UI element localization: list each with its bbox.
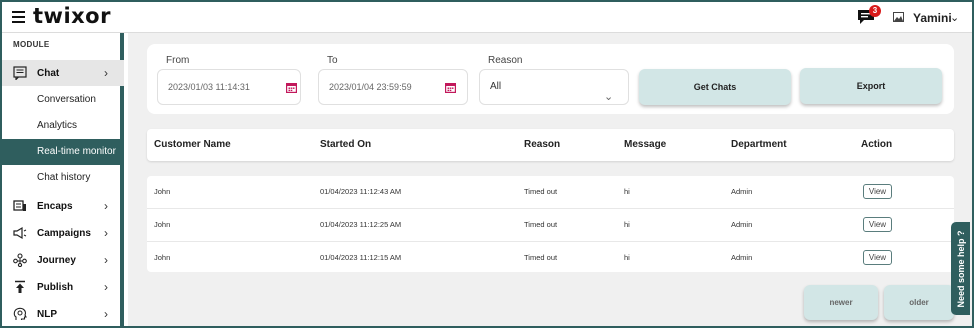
main-content: From 2023/01/03 11:14:31 To 2023/01/04 2… bbox=[128, 33, 972, 326]
sidebar-subitem-chat-history[interactable]: Chat history bbox=[2, 165, 124, 191]
cell-reason: Timed out bbox=[524, 187, 558, 196]
chevron-right-icon: › bbox=[104, 307, 108, 321]
from-date-field[interactable]: 2023/01/03 11:14:31 bbox=[157, 69, 301, 105]
calendar-icon[interactable] bbox=[445, 82, 456, 93]
sidebar-item-chat[interactable]: Chat › bbox=[2, 60, 124, 86]
column-header-message: Message bbox=[624, 139, 667, 150]
nlp-head-icon bbox=[13, 307, 27, 320]
sidebar: MODULE Chat › Conversation Analytics Rea… bbox=[2, 33, 124, 326]
sidebar-subitem-analytics[interactable]: Analytics bbox=[2, 113, 124, 139]
cell-message: hi bbox=[624, 220, 630, 229]
newer-button[interactable]: newer bbox=[804, 285, 878, 320]
help-tab[interactable]: Need some help ? bbox=[951, 222, 970, 315]
sidebar-subitem-label: Real-time monitor bbox=[37, 146, 116, 157]
table-row: John 01/04/2023 11:12:43 AM Timed out hi… bbox=[147, 176, 954, 209]
column-header-action: Action bbox=[861, 139, 893, 150]
from-date-value: 2023/01/03 11:14:31 bbox=[168, 82, 250, 92]
sidebar-item-label: Encaps bbox=[37, 200, 73, 212]
sidebar-subitem-label: Analytics bbox=[37, 120, 78, 131]
sidebar-item-label: Campaigns bbox=[37, 227, 91, 239]
table-header: Customer Name Started On Reason Message … bbox=[147, 129, 954, 161]
older-button[interactable]: older bbox=[884, 285, 954, 320]
cell-department: Admin bbox=[731, 187, 753, 196]
cell-department: Admin bbox=[731, 253, 753, 262]
sidebar-item-campaigns[interactable]: Campaigns › bbox=[2, 220, 124, 246]
cell-customer: John bbox=[154, 253, 171, 262]
sidebar-item-label: Publish bbox=[37, 281, 74, 293]
reason-label: Reason bbox=[488, 55, 523, 66]
get-chats-button[interactable]: Get Chats bbox=[639, 69, 791, 105]
chat-icon bbox=[13, 66, 27, 80]
column-header-customer-name: Customer Name bbox=[154, 139, 231, 150]
filter-panel: From 2023/01/03 11:14:31 To 2023/01/04 2… bbox=[147, 44, 954, 114]
cell-started-on: 01/04/2023 11:12:15 AM bbox=[320, 253, 402, 262]
chevron-right-icon: › bbox=[104, 66, 108, 80]
cell-department: Admin bbox=[731, 220, 753, 229]
view-button[interactable]: View bbox=[863, 250, 892, 265]
sidebar-subitem-conversation[interactable]: Conversation bbox=[2, 87, 124, 113]
table-body: John 01/04/2023 11:12:43 AM Timed out hi… bbox=[147, 176, 954, 272]
sidebar-item-journey[interactable]: Journey › bbox=[2, 247, 124, 273]
reason-select[interactable]: All ⌄ bbox=[479, 69, 629, 105]
sidebar-item-label: Journey bbox=[37, 254, 76, 266]
cell-customer: John bbox=[154, 187, 171, 196]
to-date-field[interactable]: 2023/01/04 23:59:59 bbox=[318, 69, 468, 105]
sidebar-item-nlp[interactable]: NLP › bbox=[2, 301, 124, 327]
publish-icon bbox=[15, 280, 25, 293]
view-button[interactable]: View bbox=[863, 217, 892, 232]
user-name[interactable]: Yamini bbox=[913, 11, 952, 25]
image-icon bbox=[893, 12, 904, 22]
chevron-right-icon: › bbox=[104, 253, 108, 267]
sidebar-item-label: Chat bbox=[37, 67, 60, 79]
chevron-right-icon: › bbox=[104, 280, 108, 294]
sidebar-item-label: NLP bbox=[37, 308, 57, 320]
to-date-value: 2023/01/04 23:59:59 bbox=[329, 82, 412, 92]
cell-customer: John bbox=[154, 220, 171, 229]
cell-message: hi bbox=[624, 187, 630, 196]
calendar-icon[interactable] bbox=[286, 82, 297, 93]
chevron-down-icon: ⌄ bbox=[604, 91, 614, 103]
sidebar-subitem-label: Chat history bbox=[37, 172, 91, 183]
column-header-department: Department bbox=[731, 139, 787, 150]
view-button[interactable]: View bbox=[863, 184, 892, 199]
encaps-icon bbox=[13, 200, 26, 211]
cell-message: hi bbox=[624, 253, 630, 262]
column-header-reason: Reason bbox=[524, 139, 561, 150]
sidebar-subitem-real-time-monitor[interactable]: Real-time monitor bbox=[2, 139, 124, 165]
journey-icon bbox=[13, 253, 27, 267]
chevron-right-icon: › bbox=[104, 199, 108, 213]
chevron-down-icon[interactable]: ⌄ bbox=[950, 11, 959, 24]
cell-reason: Timed out bbox=[524, 253, 558, 262]
from-label: From bbox=[166, 55, 190, 66]
table-row: John 01/04/2023 11:12:25 AM Timed out hi… bbox=[147, 209, 954, 242]
megaphone-icon bbox=[13, 226, 27, 240]
column-header-started-on: Started On bbox=[320, 139, 372, 150]
sidebar-subitem-label: Conversation bbox=[37, 94, 96, 105]
top-header: twixor 3 Yamini ⌄ bbox=[2, 2, 972, 33]
hamburger-menu-icon[interactable] bbox=[12, 11, 25, 23]
reason-value: All bbox=[490, 81, 502, 92]
chevron-right-icon: › bbox=[104, 226, 108, 240]
export-button[interactable]: Export bbox=[800, 68, 942, 104]
help-tab-label: Need some help ? bbox=[955, 229, 966, 308]
notification-badge: 3 bbox=[869, 5, 881, 17]
cell-reason: Timed out bbox=[524, 220, 558, 229]
cell-started-on: 01/04/2023 11:12:25 AM bbox=[320, 220, 402, 229]
to-label: To bbox=[327, 55, 338, 66]
cell-started-on: 01/04/2023 11:12:43 AM bbox=[320, 187, 402, 196]
module-label: MODULE bbox=[13, 40, 50, 49]
table-row: John 01/04/2023 11:12:15 AM Timed out hi… bbox=[147, 242, 954, 275]
sidebar-item-encaps[interactable]: Encaps › bbox=[2, 193, 124, 219]
sidebar-item-publish[interactable]: Publish › bbox=[2, 274, 124, 300]
app-logo[interactable]: twixor bbox=[33, 4, 111, 28]
